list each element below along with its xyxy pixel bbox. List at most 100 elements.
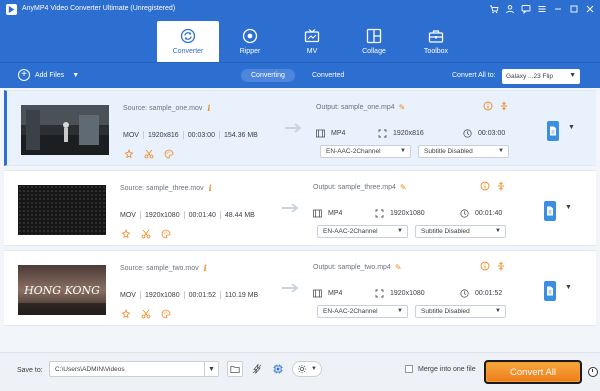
maximize-icon[interactable] <box>568 3 580 15</box>
chevron-down-icon[interactable]: ▼ <box>565 204 572 211</box>
format-button[interactable] <box>544 201 556 221</box>
source-filename: Source: sample_two.mov <box>120 264 199 272</box>
app-title: AnyMP4 Video Converter Ultimate (Unregis… <box>22 5 176 12</box>
file-format-icon <box>547 286 553 296</box>
edit-name-icon[interactable]: ✎ <box>399 103 406 112</box>
tab-converted[interactable]: Converted <box>302 69 354 82</box>
source-filename: Source: sample_one.mov <box>123 104 203 112</box>
chevron-down-icon[interactable]: ▼ <box>565 284 572 291</box>
output-resolution: 1920x1080 <box>390 209 425 217</box>
source-filename: Source: sample_three.mov <box>120 184 204 192</box>
file-format-icon <box>550 126 556 136</box>
subtitle-value: Subtitle Disabled <box>424 148 473 155</box>
compress-icon[interactable] <box>496 181 506 191</box>
minimize-icon[interactable] <box>552 3 564 15</box>
cpu-icon <box>273 364 283 374</box>
format-button[interactable] <box>544 281 556 301</box>
output-resolution: 1920x1080 <box>390 289 425 297</box>
output-info: Output: sample_three.mp4 ✎ <box>313 183 407 192</box>
convert-arrow-icon <box>283 121 305 135</box>
info-circle-icon[interactable] <box>483 101 493 111</box>
user-icon[interactable] <box>504 3 516 15</box>
chat-icon[interactable] <box>520 3 532 15</box>
source-resolution: 1920x1080 <box>144 211 180 219</box>
tab-converter[interactable]: Converter <box>157 21 219 62</box>
menu-icon[interactable] <box>536 3 548 15</box>
chevron-down-icon: ▼ <box>397 308 403 314</box>
palette-icon[interactable] <box>161 309 171 319</box>
format-button[interactable] <box>547 121 559 141</box>
info-icon[interactable]: i <box>204 263 207 273</box>
chevron-down-icon[interactable]: ▼ <box>568 124 575 131</box>
converter-toolbar: + Add Files ▼ Converting Converted Conve… <box>0 62 600 88</box>
cart-icon[interactable] <box>488 3 500 15</box>
chevron-down-icon[interactable]: ▼ <box>72 72 79 79</box>
video-thumbnail[interactable] <box>21 105 109 155</box>
edit-name-icon[interactable]: ✎ <box>400 183 407 192</box>
merge-label: Merge into one file <box>418 365 476 373</box>
video-thumbnail[interactable] <box>18 185 106 235</box>
tab-ripper[interactable]: Ripper <box>219 21 281 62</box>
output-resolution: 1920x816 <box>393 129 424 137</box>
audio-track-select[interactable]: EN-AAC-2Channel ▼ <box>317 225 408 238</box>
output-actions <box>483 101 509 111</box>
tab-collage[interactable]: Collage <box>343 21 405 62</box>
close-icon[interactable] <box>584 3 596 15</box>
palette-icon[interactable] <box>161 229 171 239</box>
subtitle-select[interactable]: Subtitle Disabled ▼ <box>418 145 509 158</box>
film-icon <box>313 209 322 218</box>
gear-icon <box>297 364 307 374</box>
chevron-down-icon: ▼ <box>311 366 317 372</box>
add-files-button[interactable]: + Add Files ▼ <box>18 69 79 81</box>
file-row[interactable]: HONG KONG Source: sample_two.mov i MOV 1… <box>4 250 596 326</box>
info-icon[interactable]: i <box>209 183 212 193</box>
merge-option[interactable]: Merge into one file <box>405 365 476 373</box>
audio-track-select[interactable]: EN-AAC-2Channel ▼ <box>320 145 411 158</box>
cut-icon[interactable] <box>141 229 151 239</box>
output-format: MP4 <box>328 209 343 217</box>
info-circle-icon[interactable] <box>480 261 490 271</box>
source-duration: 00:01:52 <box>188 291 216 299</box>
edit-name-icon[interactable]: ✎ <box>395 263 402 272</box>
file-row[interactable]: Source: sample_one.mov i MOV 1920x816 00… <box>4 90 596 166</box>
tab-converting[interactable]: Converting <box>241 69 295 82</box>
title-bar: AnyMP4 Video Converter Ultimate (Unregis… <box>0 0 600 62</box>
compress-icon[interactable] <box>496 261 506 271</box>
settings-dropdown[interactable]: ▼ <box>292 361 322 377</box>
video-thumbnail[interactable]: HONG KONG <box>18 265 106 315</box>
film-icon <box>313 289 322 298</box>
enhance-icon[interactable] <box>124 149 134 159</box>
audio-track-select[interactable]: EN-AAC-2Channel ▼ <box>317 305 408 318</box>
alarm-clock-icon[interactable] <box>588 367 598 377</box>
clock-icon <box>460 288 469 298</box>
subtitle-select[interactable]: Subtitle Disabled ▼ <box>415 225 506 238</box>
output-meta: MP4 1920x1080 00:01:40 <box>313 207 513 219</box>
merge-checkbox[interactable] <box>405 365 413 373</box>
app-logo-icon <box>6 4 17 15</box>
cut-icon[interactable] <box>141 309 151 319</box>
cut-icon[interactable] <box>144 149 154 159</box>
plus-icon: + <box>18 69 30 81</box>
output-profile-select[interactable]: Galaxy ...23 Flip ▼ <box>502 69 580 84</box>
enhance-icon[interactable] <box>121 229 131 239</box>
tab-toolbox[interactable]: Toolbox <box>405 21 467 62</box>
subtitle-select[interactable]: Subtitle Disabled ▼ <box>415 305 506 318</box>
convert-all-button[interactable]: Convert All <box>484 360 582 384</box>
hardware-acceleration-button[interactable] <box>249 361 265 377</box>
convert-arrow-icon <box>280 281 302 295</box>
compress-icon[interactable] <box>499 101 509 111</box>
profile-value: Galaxy ...23 Flip <box>506 73 553 80</box>
output-path-select[interactable]: C:\Users\ADMIN\Videos ▼ <box>49 361 219 377</box>
open-folder-button[interactable] <box>227 361 243 377</box>
footer-bar: Save to: C:\Users\ADMIN\Videos ▼ ▼ Merge… <box>0 352 600 391</box>
palette-icon[interactable] <box>164 149 174 159</box>
info-circle-icon[interactable] <box>480 181 490 191</box>
enhance-icon[interactable] <box>121 309 131 319</box>
tab-mv[interactable]: MV <box>281 21 343 62</box>
info-icon[interactable]: i <box>207 103 210 113</box>
gpu-acceleration-button[interactable] <box>270 361 286 377</box>
chevron-down-icon: ▼ <box>569 72 576 79</box>
output-filename: Output: sample_two.mp4 <box>313 264 391 271</box>
chevron-down-icon: ▼ <box>495 308 501 314</box>
file-row[interactable]: Source: sample_three.mov i MOV 1920x1080… <box>4 170 596 246</box>
